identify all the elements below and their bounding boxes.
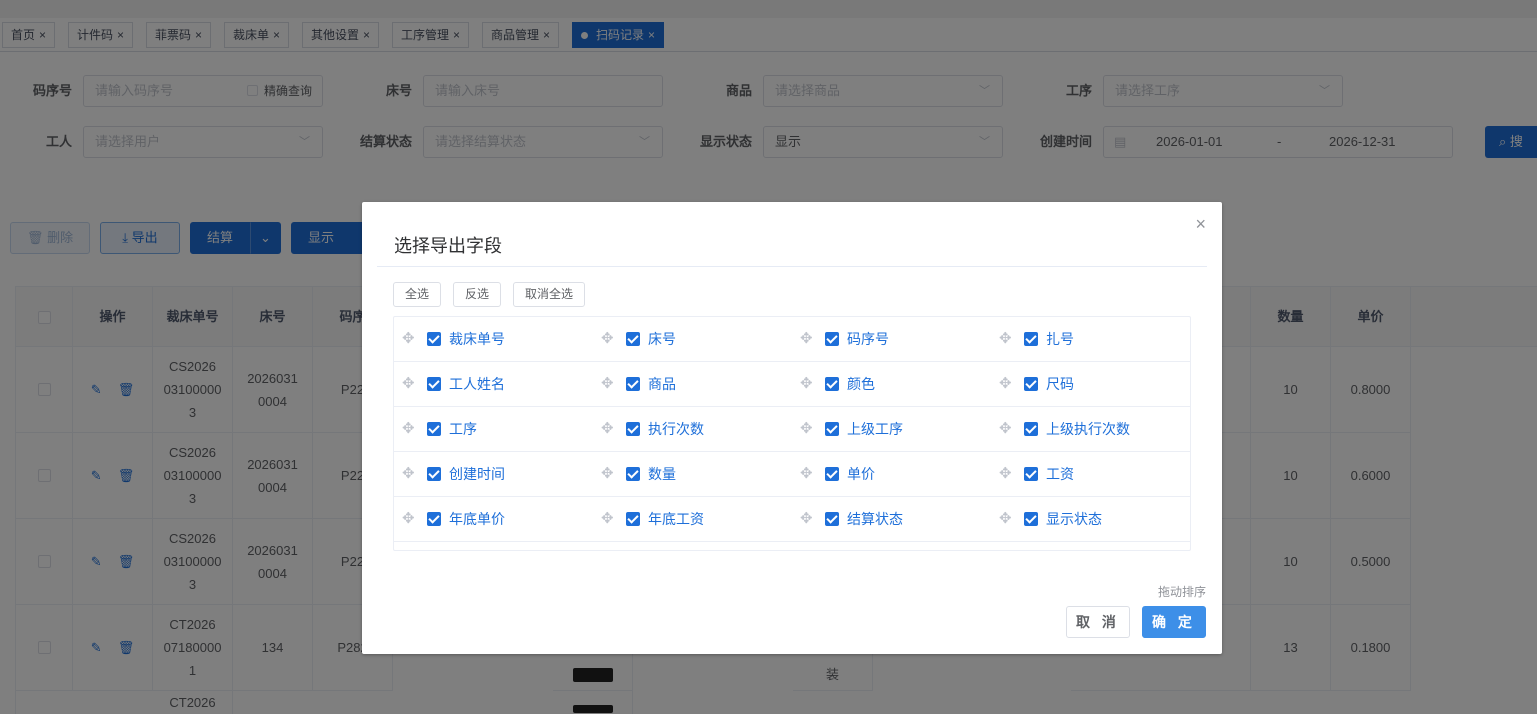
field-label: 创建时间	[449, 466, 505, 482]
drag-handle-icon[interactable]: ✥	[999, 317, 1012, 361]
drag-sort-hint: 拖动排序	[1157, 585, 1206, 599]
dialog-title: 选择导出字段	[394, 236, 502, 256]
field-row: ✥ 年底单价 ✥ 年底工资 ✥ 结算状态 ✥ 显示状态	[394, 497, 1190, 542]
drag-handle-icon[interactable]: ✥	[601, 452, 614, 496]
drag-handle-icon[interactable]: ✥	[800, 362, 813, 406]
checkbox-checked-icon[interactable]	[427, 422, 441, 436]
drag-handle-icon[interactable]: ✥	[999, 497, 1012, 541]
checkbox-checked-icon[interactable]	[626, 467, 640, 481]
field-label: 结算状态	[847, 511, 903, 527]
field-label: 上级执行次数	[1046, 421, 1130, 437]
drag-handle-icon[interactable]: ✥	[601, 362, 614, 406]
checkbox-checked-icon[interactable]	[825, 377, 839, 391]
field-label: 工人姓名	[449, 376, 505, 392]
drag-handle-icon[interactable]: ✥	[800, 497, 813, 541]
checkbox-checked-icon[interactable]	[1024, 467, 1038, 481]
drag-handle-icon[interactable]: ✥	[402, 407, 415, 451]
field-label: 商品	[648, 376, 676, 392]
field-row: ✥ 裁床单号 ✥ 床号 ✥ 码序号 ✥ 扎号	[394, 317, 1190, 362]
drag-handle-icon[interactable]: ✥	[402, 497, 415, 541]
export-fields-dialog: 选择导出字段 × 全选 反选 取消全选 ✥ 裁床单号 ✥ 床号 ✥ 码序号 ✥ 扎号 ✥…	[362, 202, 1222, 654]
drag-handle-icon[interactable]: ✥	[800, 452, 813, 496]
drag-handle-icon[interactable]: ✥	[800, 317, 813, 361]
checkbox-checked-icon[interactable]	[825, 512, 839, 526]
field-label: 工资	[1046, 466, 1074, 482]
field-row: ✥ 工序 ✥ 执行次数 ✥ 上级工序 ✥ 上级执行次数	[394, 407, 1190, 452]
drag-handle-icon[interactable]: ✥	[800, 407, 813, 451]
checkbox-checked-icon[interactable]	[1024, 332, 1038, 346]
checkbox-checked-icon[interactable]	[825, 422, 839, 436]
field-label: 尺码	[1046, 376, 1074, 392]
divider	[377, 266, 1207, 267]
export-field-list: ✥ 裁床单号 ✥ 床号 ✥ 码序号 ✥ 扎号 ✥ 工人姓名 ✥ 商品 ✥ 颜色 ✥ 尺码 ✥ 工序…	[393, 316, 1191, 551]
field-label: 扎号	[1046, 331, 1074, 347]
checkbox-checked-icon[interactable]	[825, 467, 839, 481]
field-label: 年底工资	[648, 511, 704, 527]
field-label: 年底单价	[449, 511, 505, 527]
field-label: 显示状态	[1046, 511, 1102, 527]
checkbox-checked-icon[interactable]	[626, 422, 640, 436]
checkbox-checked-icon[interactable]	[626, 512, 640, 526]
invert-selection-button[interactable]: 反选	[453, 282, 502, 307]
select-all-button[interactable]: 全选	[393, 282, 442, 307]
checkbox-checked-icon[interactable]	[427, 467, 441, 481]
drag-handle-icon[interactable]: ✥	[402, 452, 415, 496]
field-label: 单价	[847, 466, 875, 482]
checkbox-checked-icon[interactable]	[427, 512, 441, 526]
cancel-button[interactable]: 取 消	[1066, 606, 1130, 638]
checkbox-checked-icon[interactable]	[1024, 422, 1038, 436]
drag-handle-icon[interactable]: ✥	[402, 317, 415, 361]
checkbox-checked-icon[interactable]	[427, 377, 441, 391]
drag-handle-icon[interactable]: ✥	[999, 362, 1012, 406]
drag-handle-icon[interactable]: ✥	[999, 452, 1012, 496]
checkbox-checked-icon[interactable]	[1024, 377, 1038, 391]
checkbox-checked-icon[interactable]	[626, 377, 640, 391]
drag-handle-icon[interactable]: ✥	[601, 317, 614, 361]
checkbox-checked-icon[interactable]	[626, 332, 640, 346]
drag-handle-icon[interactable]: ✥	[601, 497, 614, 541]
checkbox-checked-icon[interactable]	[427, 332, 441, 346]
drag-handle-icon[interactable]: ✥	[999, 407, 1012, 451]
field-label: 裁床单号	[449, 331, 505, 347]
checkbox-checked-icon[interactable]	[825, 332, 839, 346]
drag-handle-icon[interactable]: ✥	[402, 362, 415, 406]
confirm-button[interactable]: 确 定	[1142, 606, 1206, 638]
field-label: 工序	[449, 421, 477, 437]
drag-handle-icon[interactable]: ✥	[601, 407, 614, 451]
field-label: 床号	[648, 331, 676, 347]
checkbox-checked-icon[interactable]	[1024, 512, 1038, 526]
field-row: ✥ 工人姓名 ✥ 商品 ✥ 颜色 ✥ 尺码	[394, 362, 1190, 407]
field-label: 执行次数	[648, 421, 704, 437]
field-row: ✥ 创建时间 ✥ 数量 ✥ 单价 ✥ 工资	[394, 452, 1190, 497]
field-label: 上级工序	[847, 421, 903, 437]
field-label: 颜色	[847, 376, 875, 392]
field-label: 数量	[648, 466, 676, 482]
field-label: 码序号	[847, 331, 889, 347]
close-icon[interactable]: ×	[1195, 214, 1206, 235]
deselect-all-button[interactable]: 取消全选	[513, 282, 586, 307]
